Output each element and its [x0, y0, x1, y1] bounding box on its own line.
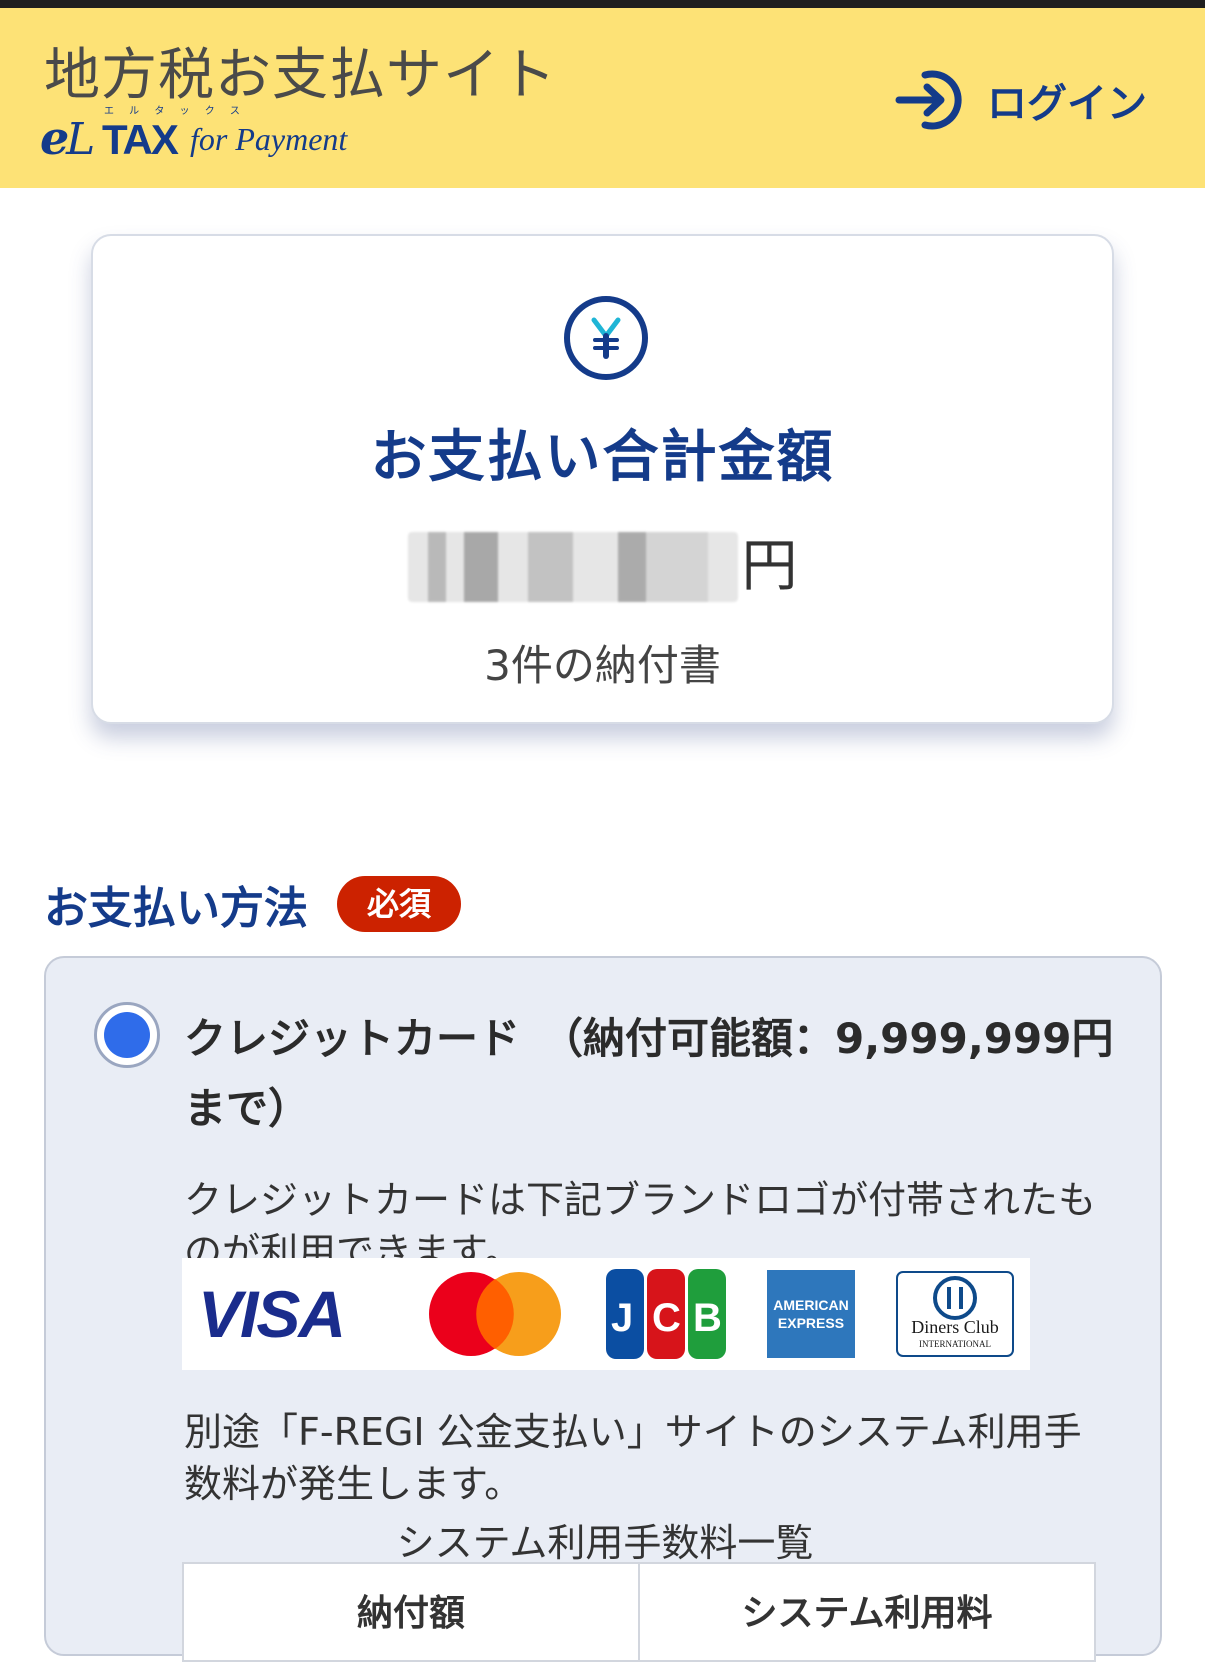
svg-text:for Payment: for Payment — [190, 121, 348, 157]
total-amount-title: お支払い合計金額 — [370, 425, 835, 490]
svg-text:B: B — [693, 1296, 722, 1340]
payment-method-heading: お支払い方法 — [44, 883, 308, 934]
card-brand-logos: VISA J C B AMERICAN EXPRESS Diners Club … — [182, 1258, 1030, 1370]
masked-amount-value — [407, 532, 738, 602]
fee-table: 納付額 システム利用料 — [182, 1562, 1096, 1662]
system-fee-note: 別途「F-REGI 公金支払い」サイトのシステム利用手数料が発生します。 — [184, 1410, 1082, 1506]
status-bar-edge — [0, 0, 1205, 8]
svg-text:J: J — [611, 1296, 633, 1340]
payment-summary-card: お支払い合計金額 円 3件の納付書 — [91, 234, 1114, 724]
total-amount: 円 — [93, 532, 1112, 602]
svg-text:VISA: VISA — [198, 1279, 344, 1349]
svg-text:EXPRESS: EXPRESS — [778, 1315, 844, 1331]
mastercard-logo — [425, 1266, 565, 1362]
fee-table-title: システム利用手数料一覧 — [396, 1521, 814, 1565]
svg-text:Diners Club: Diners Club — [911, 1317, 999, 1337]
fee-table-header-amount: 納付額 — [356, 1593, 465, 1634]
amex-logo: AMERICAN EXPRESS — [767, 1266, 855, 1362]
yen-icon — [564, 296, 648, 380]
jcb-logo: J C B — [606, 1266, 726, 1362]
svg-text:AMERICAN: AMERICAN — [773, 1297, 848, 1313]
login-label: ログイン — [987, 81, 1147, 127]
svg-text:TAX: TAX — [102, 116, 179, 163]
eltax-logo[interactable]: エ ル タ ッ ク ス e L TAX for Payment — [40, 98, 370, 168]
currency-label: 円 — [741, 534, 798, 599]
bill-count: 3件の納付書 — [484, 641, 721, 690]
svg-text:C: C — [652, 1296, 681, 1340]
diners-club-logo: Diners Club INTERNATIONAL — [896, 1266, 1014, 1362]
fee-table-header-fee: システム利用料 — [638, 1564, 1094, 1660]
svg-text:INTERNATIONAL: INTERNATIONAL — [919, 1339, 991, 1349]
svg-text:e: e — [40, 111, 69, 165]
site-header: 地方税お支払サイト エ ル タ ッ ク ス e L TAX for Paymen… — [0, 8, 1205, 188]
svg-text:L: L — [65, 114, 95, 165]
credit-card-label[interactable]: クレジットカード （納付可能額：9,999,999円まで） — [184, 1004, 1134, 1144]
login-button[interactable]: ログイン — [895, 64, 1147, 136]
credit-card-radio[interactable] — [94, 1002, 160, 1068]
visa-logo: VISA — [198, 1266, 384, 1362]
required-badge: 必須 — [337, 876, 461, 932]
payment-option-credit-card[interactable]: クレジットカード （納付可能額：9,999,999円まで） クレジットカードは下… — [44, 956, 1162, 1662]
login-icon — [895, 70, 962, 130]
